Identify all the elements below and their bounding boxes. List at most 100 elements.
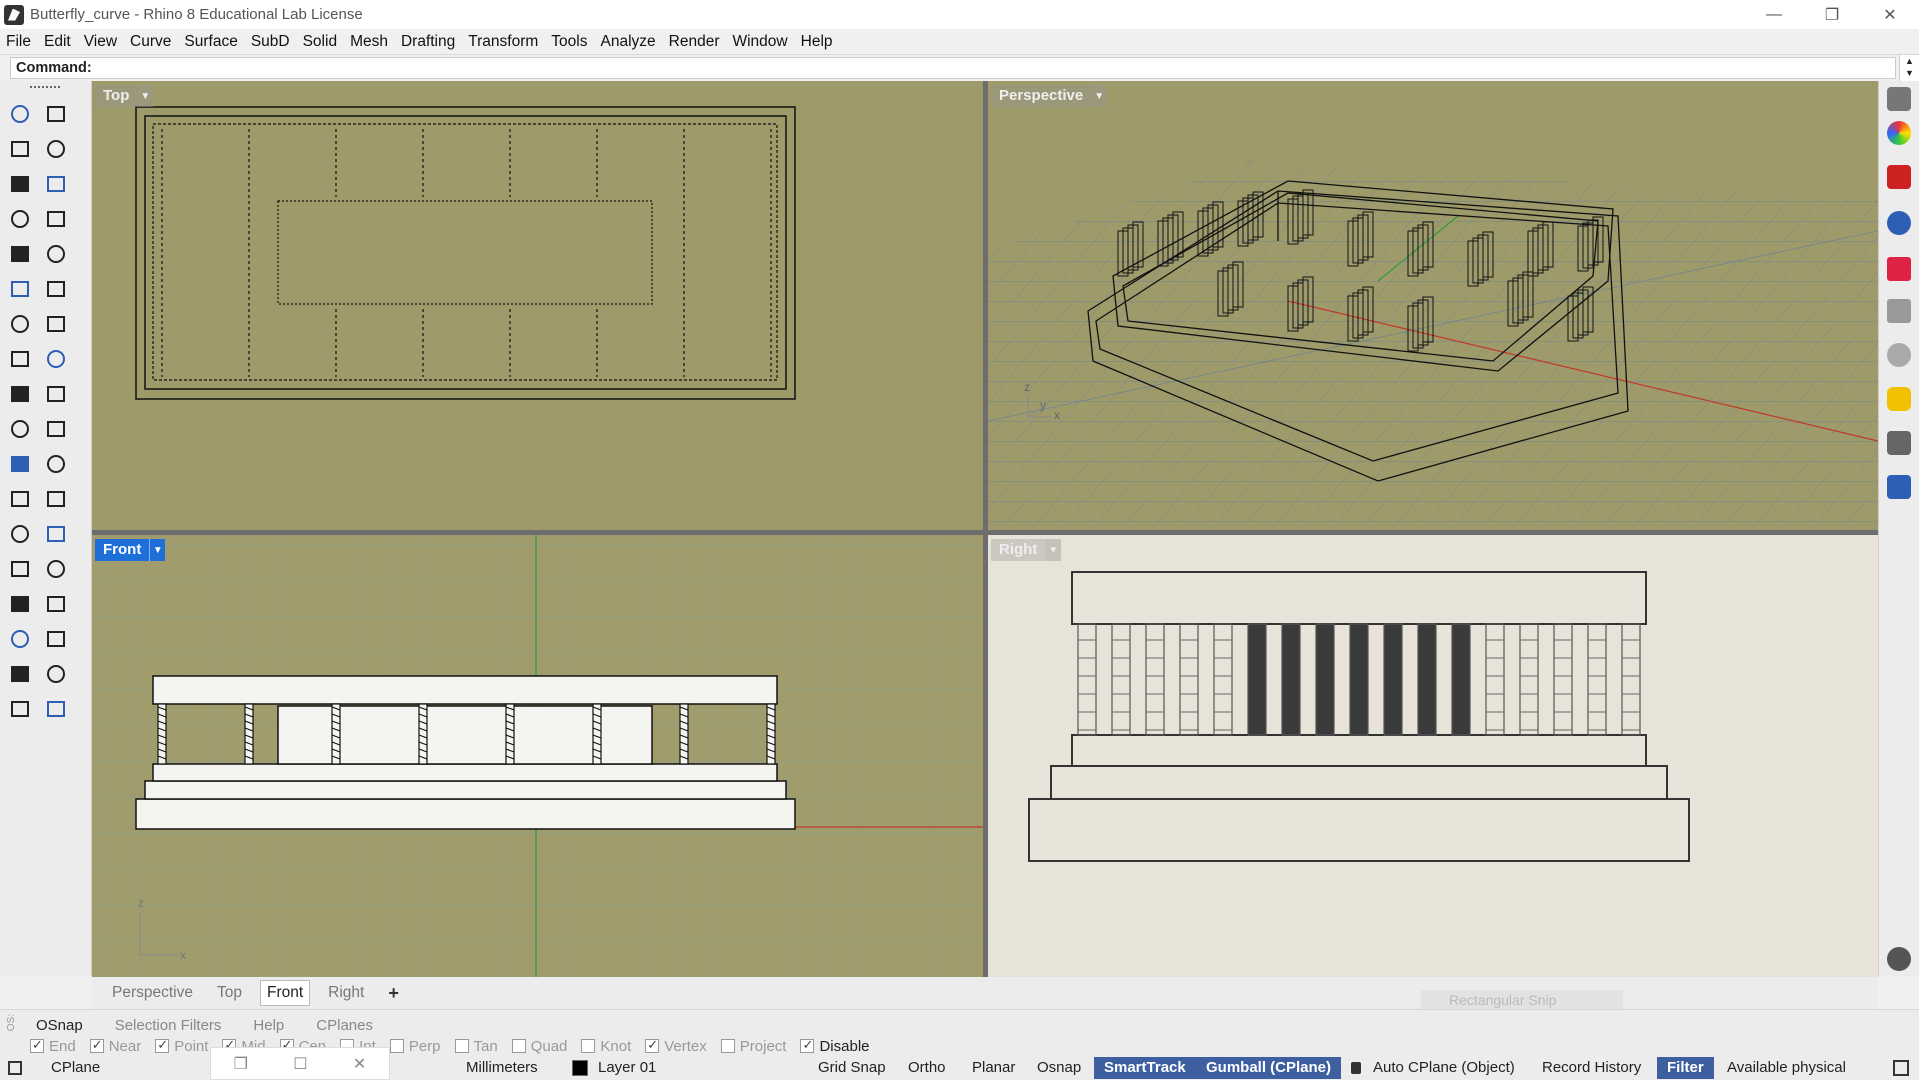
solid-union-tool-icon[interactable] [5,449,35,479]
status-units[interactable]: Millimeters [466,1059,538,1076]
checkbox-icon[interactable] [389,1039,404,1053]
checkbox-icon[interactable] [511,1039,526,1053]
osnap-near[interactable]: Near [89,1037,141,1055]
solid-diff-tool-icon[interactable] [41,449,71,479]
osnap-point[interactable]: Point [155,1037,208,1055]
front-viewport-label[interactable]: Front ▼ [95,539,166,561]
checkbox-icon[interactable] [454,1039,469,1053]
sweep-tool-icon[interactable] [41,274,71,304]
surface-edge-tool-icon[interactable] [5,274,35,304]
chevron-down-icon[interactable]: ▼ [149,539,166,561]
tab-top[interactable]: Top [211,981,248,1005]
front-viewport-title[interactable]: Front [95,539,150,561]
status-auto-cplane[interactable]: Auto CPlane (Object) [1373,1059,1515,1076]
perspective-viewport[interactable]: z y x Perspective ▼ [988,81,1878,530]
restore-icon[interactable]: ❐ [234,1054,248,1074]
polygon-tool-icon[interactable] [5,239,35,269]
render-tool-icon[interactable] [5,694,35,724]
mirror-tool-icon[interactable] [41,624,71,654]
maximize-icon[interactable]: ☐ [293,1054,307,1074]
add-viewport-tab-button[interactable]: + [382,980,405,1007]
trim-tool-icon[interactable] [41,414,71,444]
checkbox-icon[interactable] [30,1037,44,1053]
check-tool-icon[interactable] [41,659,71,689]
command-history-scroll[interactable]: ▲ ▼ [1899,55,1919,81]
tab-perspective[interactable]: Perspective [106,981,199,1005]
point-tool-icon[interactable] [41,99,71,129]
rectangle-tool-icon[interactable] [41,204,71,234]
paint-icon[interactable] [1887,257,1911,281]
ellipse-tool-icon[interactable] [41,169,71,199]
checkbox-icon[interactable] [89,1037,104,1053]
menu-solid[interactable]: Solid [303,33,337,51]
menu-drafting[interactable]: Drafting [401,33,455,51]
status-filter[interactable]: Filter [1657,1057,1714,1079]
sphere-tool-icon[interactable] [41,309,71,339]
menu-edit[interactable]: Edit [44,33,71,51]
arc-tool-icon[interactable] [5,204,35,234]
checkbox-icon[interactable] [155,1037,170,1053]
gear-icon[interactable] [1887,87,1911,111]
osnap-perp[interactable]: Perp [389,1038,441,1055]
minimize-button[interactable]: — [1745,0,1803,29]
analyze-tool-icon[interactable] [5,659,35,689]
dimension-tool-icon[interactable] [41,519,71,549]
lock-icon[interactable] [1351,1062,1361,1074]
notification-bell-icon[interactable] [1887,387,1911,411]
panel-toggle-icon[interactable] [1893,1060,1909,1076]
help-icon[interactable] [1887,475,1911,499]
checkbox-icon[interactable] [800,1037,815,1053]
top-viewport[interactable]: Top ▼ [92,81,983,530]
status-smarttrack[interactable]: SmartTrack [1094,1057,1196,1079]
extrude-tool-icon[interactable] [41,344,71,374]
layer-color-swatch[interactable] [572,1060,588,1076]
rebuild-tool-icon[interactable] [41,484,71,514]
status-ortho[interactable]: Ortho [908,1059,946,1076]
top-viewport-label[interactable]: Top ▼ [95,85,154,107]
camera-icon[interactable] [1887,343,1911,367]
right-viewport-title[interactable]: Right [991,539,1046,561]
osnap-project[interactable]: Project [720,1038,786,1055]
chevron-down-icon[interactable]: ▼ [1045,539,1062,561]
fillet-tool-icon[interactable] [41,239,71,269]
hat-icon[interactable] [1887,431,1911,455]
right-viewport-label[interactable]: Right ▼ [991,539,1062,561]
perspective-viewport-label[interactable]: Perspective ▼ [991,85,1108,107]
materials-icon[interactable] [1887,211,1911,235]
cylinder-tool-icon[interactable] [5,344,35,374]
menu-curve[interactable]: Curve [130,33,171,51]
chevron-down-icon[interactable]: ▼ [137,85,154,107]
light-tool-icon[interactable] [41,694,71,724]
osnap-knot[interactable]: Knot [581,1038,631,1055]
osnap-quad[interactable]: Quad [511,1038,567,1055]
front-viewport[interactable]: z x Front ▼ [92,535,983,977]
menu-surface[interactable]: Surface [184,33,237,51]
status-grid-snap[interactable]: Grid Snap [818,1059,886,1076]
color-wheel-icon[interactable] [1887,121,1911,145]
command-input[interactable]: Command: [10,57,1896,79]
checkbox-icon[interactable] [581,1039,596,1053]
offset-tool-icon[interactable] [5,484,35,514]
group-tool-icon[interactable] [5,554,35,584]
menu-file[interactable]: File [6,33,31,51]
panel-settings-icon[interactable] [1887,947,1911,971]
menu-subd[interactable]: SubD [251,33,290,51]
checkbox-icon[interactable] [720,1039,735,1053]
menu-analyze[interactable]: Analyze [600,33,655,51]
tab-front[interactable]: Front [259,980,311,1006]
split-tool-icon[interactable] [5,414,35,444]
status-record-history[interactable]: Record History [1542,1059,1641,1076]
menu-tools[interactable]: Tools [551,33,587,51]
top-viewport-title[interactable]: Top [95,85,138,107]
explode-tool-icon[interactable] [41,379,71,409]
restore-button[interactable]: ❐ [1803,0,1861,29]
menu-transform[interactable]: Transform [468,33,538,51]
chevron-down-icon[interactable]: ▼ [1091,85,1108,107]
curve-tool-icon[interactable] [41,134,71,164]
status-cplane[interactable]: CPlane [51,1059,100,1076]
menu-help[interactable]: Help [801,33,833,51]
osnap-end[interactable]: End [30,1037,76,1055]
boolean-tool-icon[interactable] [5,379,35,409]
checkbox-icon[interactable] [645,1037,660,1053]
circle-tool-icon[interactable] [5,169,35,199]
